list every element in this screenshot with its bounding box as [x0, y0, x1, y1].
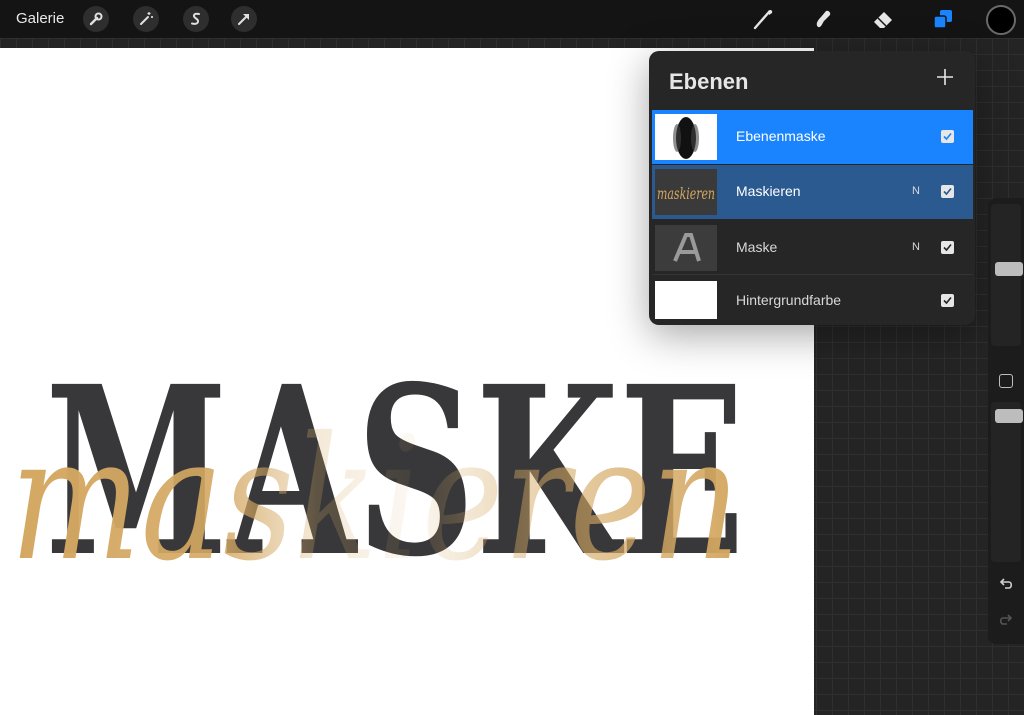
undo-icon[interactable] — [997, 575, 1015, 593]
layer-thumbnail — [655, 225, 717, 271]
modify-button[interactable] — [999, 374, 1013, 388]
visibility-checkbox[interactable] — [941, 241, 954, 254]
layer-row-maske[interactable]: Maske N — [652, 221, 973, 275]
blend-mode[interactable]: N — [912, 241, 920, 253]
wrench-icon[interactable] — [83, 6, 109, 32]
layer-name: Ebenenmaske — [736, 128, 826, 144]
layer-thumbnail — [655, 281, 717, 319]
sidebar — [988, 198, 1024, 644]
layer-name: Maske — [736, 239, 778, 255]
brush-icon[interactable] — [750, 6, 776, 32]
panel-title: Ebenen — [669, 69, 749, 94]
layer-name: Hintergrundfarbe — [736, 292, 842, 308]
thumbnail-script-text: maskieren — [657, 184, 715, 203]
magic-wand-icon[interactable] — [133, 6, 159, 32]
brush-size-slider[interactable] — [991, 204, 1023, 346]
layer-row-ebenenmaske[interactable]: Ebenenmaske — [652, 110, 973, 164]
blend-mode[interactable]: N — [912, 185, 920, 197]
layer-row-hintergrundfarbe[interactable]: Hintergrundfarbe — [652, 275, 973, 329]
layer-thumbnail: maskieren — [655, 169, 717, 215]
opacity-thumb[interactable] — [995, 409, 1023, 423]
layer-name: Maskieren — [736, 183, 801, 199]
brush-size-thumb[interactable] — [995, 262, 1023, 276]
visibility-checkbox[interactable] — [941, 294, 954, 307]
layers-icon[interactable] — [930, 6, 956, 32]
redo-icon[interactable] — [997, 611, 1015, 629]
eraser-icon[interactable] — [870, 6, 896, 32]
top-toolbar: Galerie — [0, 0, 1024, 38]
opacity-slider[interactable] — [991, 402, 1023, 562]
layers-panel: Ebenen Ebenenmaske maskieren Maskieren N — [649, 51, 975, 325]
smudge-icon[interactable] — [810, 6, 836, 32]
layer-row-maskieren[interactable]: maskieren Maskieren N — [652, 165, 973, 219]
gallery-button[interactable]: Galerie — [16, 10, 64, 27]
color-picker-swatch[interactable] — [986, 5, 1016, 35]
script-text: maskieren — [10, 401, 740, 599]
visibility-checkbox[interactable] — [941, 185, 954, 198]
visibility-checkbox[interactable] — [941, 130, 954, 143]
layer-thumbnail — [655, 114, 717, 160]
selection-s-icon[interactable] — [183, 6, 209, 32]
transform-arrow-icon[interactable] — [231, 6, 257, 32]
plus-icon[interactable] — [933, 65, 957, 89]
